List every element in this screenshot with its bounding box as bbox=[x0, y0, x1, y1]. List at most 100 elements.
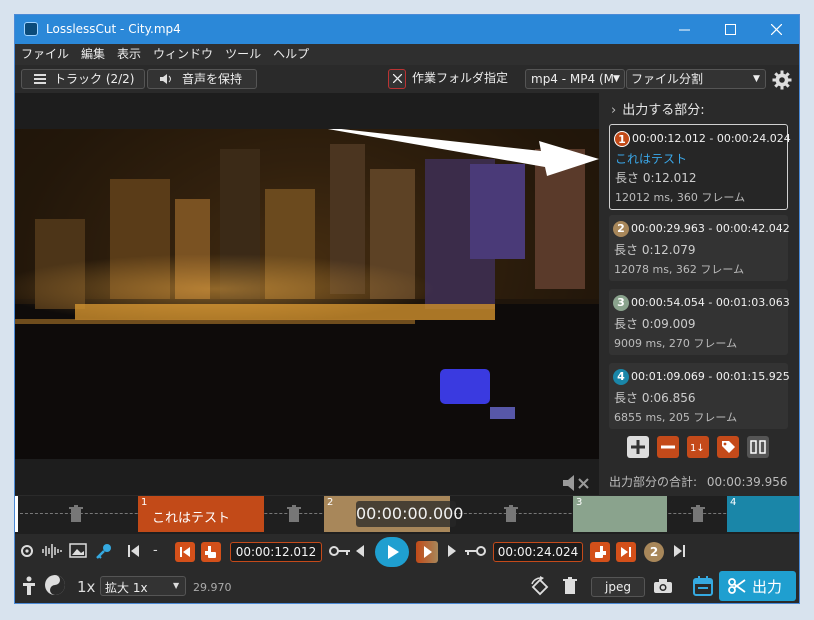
accessibility-icon[interactable] bbox=[21, 576, 37, 596]
preview-segment-button[interactable] bbox=[416, 541, 438, 563]
menu-bar: ファイル 編集 表示 ウィンドウ ツール ヘルプ bbox=[15, 44, 799, 65]
tracks-button[interactable]: トラック (2/2) bbox=[21, 69, 145, 89]
camera-icon[interactable] bbox=[653, 578, 673, 594]
zoom-value: 拡大 1x bbox=[105, 581, 148, 595]
segment-item-2[interactable]: 2 00:00:29.963 - 00:00:42.042 長さ 0:12.07… bbox=[609, 215, 790, 281]
calendar-icon[interactable] bbox=[693, 575, 713, 597]
timeline[interactable]: 1 これはテスト 2 3 4 00:00:00.000 bbox=[15, 496, 799, 534]
mute-icon[interactable] bbox=[561, 473, 593, 493]
app-icon bbox=[24, 22, 38, 36]
hand-left-icon bbox=[205, 546, 216, 558]
key-left-icon[interactable] bbox=[329, 544, 351, 558]
rotate-icon[interactable] bbox=[529, 576, 551, 598]
trash-icon[interactable] bbox=[287, 505, 301, 523]
yin-yang-icon[interactable] bbox=[44, 574, 66, 596]
timeline-segment-4[interactable]: 4 bbox=[727, 496, 799, 532]
video-area[interactable] bbox=[15, 93, 599, 495]
current-time-display: 00:00:00.000 bbox=[356, 501, 463, 527]
segments-panel: › 出力する部分: 1 00:00:12.012 - 00:00:24.024 こ… bbox=[599, 93, 799, 495]
gear-icon[interactable] bbox=[772, 70, 792, 90]
clear-workdir-button[interactable] bbox=[388, 69, 406, 89]
keep-audio-button[interactable]: 音声を保持 bbox=[147, 69, 257, 89]
bottom-bar: 1x 拡大 1x ▼ 29.970 jpeg 出力 bbox=[15, 568, 799, 603]
segment-length: 長さ 0:12.012 bbox=[615, 171, 697, 185]
timeline-segment-1[interactable]: 1 これはテスト bbox=[138, 496, 264, 532]
minimize-button[interactable] bbox=[661, 15, 707, 44]
mode-value: ファイル分割 bbox=[631, 72, 704, 86]
timeline-segment-number: 1 bbox=[141, 497, 148, 508]
split-segment-button[interactable] bbox=[747, 436, 769, 458]
playhead[interactable] bbox=[15, 496, 18, 532]
mode-select[interactable]: ファイル分割 ▼ bbox=[626, 69, 766, 89]
speed-label[interactable]: 1x bbox=[77, 578, 95, 596]
remove-segment-button[interactable] bbox=[657, 436, 679, 458]
segment-number: 3 bbox=[613, 295, 629, 311]
end-time-input[interactable]: 00:00:24.024 bbox=[493, 542, 583, 562]
video-frame bbox=[15, 129, 599, 459]
reorder-segments-button[interactable]: 1↓ bbox=[687, 436, 709, 458]
segment-number: 1 bbox=[614, 131, 630, 147]
label-segment-button[interactable] bbox=[717, 436, 739, 458]
close-button[interactable] bbox=[753, 15, 799, 44]
timeline-segment-label: これはテスト bbox=[152, 511, 231, 526]
segment-item-4[interactable]: 4 00:01:09.069 - 00:01:15.925 長さ 0:06.85… bbox=[609, 363, 790, 429]
menu-window[interactable]: ウィンドウ bbox=[153, 44, 213, 65]
waveform-icon[interactable] bbox=[41, 543, 63, 559]
settings-icon[interactable] bbox=[19, 543, 35, 559]
minimize-icon bbox=[678, 29, 690, 31]
export-button[interactable]: 出力 bbox=[719, 571, 796, 601]
trash-icon[interactable] bbox=[69, 505, 83, 523]
list-icon bbox=[34, 74, 46, 84]
add-segment-button[interactable] bbox=[627, 436, 649, 458]
capture-format-select[interactable]: jpeg bbox=[591, 577, 645, 597]
key-right-icon[interactable] bbox=[464, 544, 486, 558]
menu-view[interactable]: 表示 bbox=[117, 44, 141, 65]
set-end-button[interactable] bbox=[590, 542, 610, 562]
trash-icon[interactable] bbox=[563, 577, 577, 595]
svg-text:1↓: 1↓ bbox=[690, 443, 705, 454]
split-icon bbox=[750, 440, 766, 454]
key-icon[interactable] bbox=[95, 542, 113, 560]
segment-number: 2 bbox=[613, 221, 629, 237]
menu-file[interactable]: ファイル bbox=[21, 44, 69, 65]
total-duration: 出力部分の合計: 00:00:39.956 bbox=[609, 473, 788, 490]
frame-back-icon[interactable] bbox=[355, 544, 365, 558]
timeline-segment-3[interactable]: 3 bbox=[573, 496, 667, 532]
minus-icon bbox=[661, 445, 675, 449]
next-segment-badge[interactable]: 2 bbox=[644, 542, 664, 562]
format-select[interactable]: mp4 - MP4 (M ▼ bbox=[525, 69, 625, 89]
frame-forward-icon[interactable] bbox=[447, 544, 457, 558]
segment-times: 00:00:12.012 - 00:00:24.024 bbox=[632, 132, 791, 145]
trash-icon[interactable] bbox=[691, 505, 705, 523]
seek-segment-end-button[interactable] bbox=[616, 542, 636, 562]
segment-number: 4 bbox=[613, 369, 629, 385]
zoom-select[interactable]: 拡大 1x ▼ bbox=[100, 576, 186, 596]
start-time-input[interactable]: 00:00:12.012 bbox=[230, 542, 322, 562]
set-start-button[interactable] bbox=[201, 542, 221, 562]
play-button[interactable] bbox=[375, 537, 409, 567]
segment-item-3[interactable]: 3 00:00:54.054 - 00:01:03.063 長さ 0:09.00… bbox=[609, 289, 790, 355]
segment-name: これはテスト bbox=[615, 152, 688, 166]
timeline-segment-number: 2 bbox=[327, 497, 334, 508]
segment-length: 長さ 0:09.009 bbox=[614, 317, 696, 331]
workdir-button[interactable]: 作業フォルダ指定 bbox=[409, 69, 513, 89]
seek-segment-start-button[interactable] bbox=[175, 542, 195, 562]
chevron-down-icon: ▼ bbox=[173, 581, 180, 590]
segment-times: 00:01:09.069 - 00:01:15.925 bbox=[631, 370, 790, 383]
maximize-button[interactable] bbox=[707, 15, 753, 44]
menu-tools[interactable]: ツール bbox=[225, 44, 261, 65]
trash-icon[interactable] bbox=[504, 505, 518, 523]
toolbar: トラック (2/2) 音声を保持 作業フォルダ指定 mp4 - MP4 (M ▼… bbox=[15, 65, 799, 93]
jump-end-icon[interactable] bbox=[673, 544, 685, 558]
menu-edit[interactable]: 編集 bbox=[81, 44, 105, 65]
menu-help[interactable]: ヘルプ bbox=[273, 44, 309, 65]
hand-right-icon bbox=[595, 546, 606, 558]
speaker-icon bbox=[160, 74, 171, 84]
jump-start-icon[interactable] bbox=[128, 544, 140, 558]
panel-heading: › 出力する部分: bbox=[611, 99, 705, 118]
image-icon[interactable] bbox=[69, 542, 89, 560]
app-window: LosslessCut - City.mp4 ファイル 編集 表示 ウィンドウ ツールヘ… bbox=[14, 14, 800, 604]
segment-info: 12078 ms, 362 フレーム bbox=[614, 263, 745, 276]
dash-separator: - bbox=[153, 543, 158, 558]
segment-item-1[interactable]: 1 00:00:12.012 - 00:00:24.024 これはテスト 長さ … bbox=[609, 124, 791, 210]
